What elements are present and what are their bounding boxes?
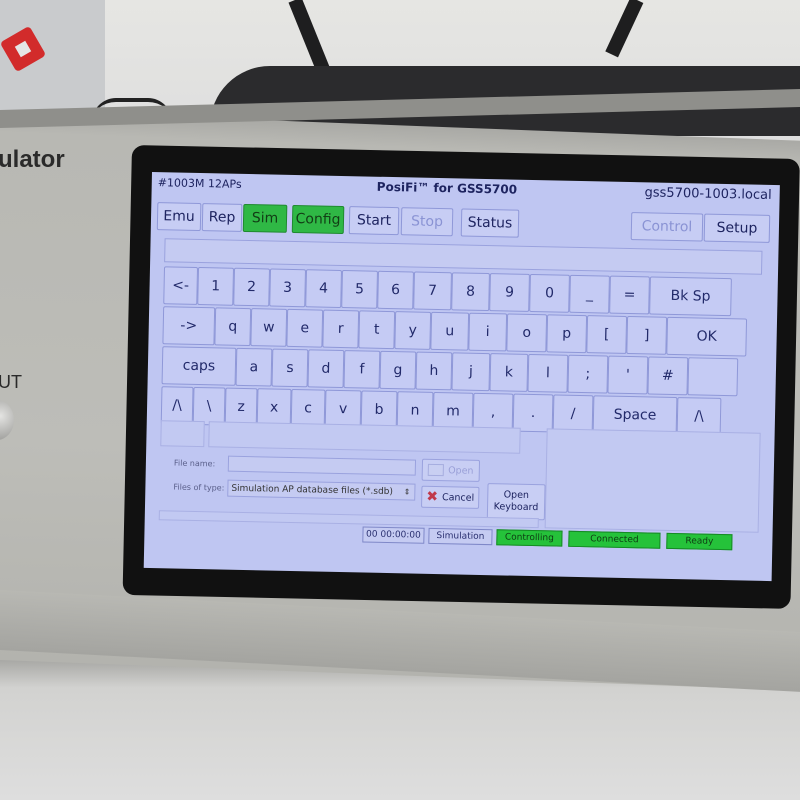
device-brand-label: ulator: [0, 146, 65, 173]
key-u60u45[interactable]: <-: [163, 266, 199, 305]
key-s[interactable]: s: [271, 348, 309, 388]
key-o[interactable]: o: [506, 313, 548, 353]
key-h[interactable]: h: [415, 351, 453, 391]
setup-button[interactable]: Setup: [703, 213, 771, 243]
key-m[interactable]: m: [432, 391, 474, 431]
key-p[interactable]: p: [546, 314, 588, 354]
key-u[interactable]: u: [430, 311, 470, 351]
key-v[interactable]: v: [324, 389, 362, 429]
key-u46[interactable]: .: [512, 393, 554, 433]
key-2[interactable]: 2: [233, 267, 271, 307]
key-caps[interactable]: caps: [161, 346, 237, 386]
key-u45u62[interactable]: ->: [162, 306, 216, 346]
key-u44[interactable]: ,: [472, 392, 514, 432]
key-8[interactable]: 8: [451, 272, 490, 312]
key-4[interactable]: 4: [305, 269, 342, 308]
key-c[interactable]: c: [290, 388, 326, 428]
key-t[interactable]: t: [358, 310, 396, 350]
cancel-x-icon: ✖: [426, 488, 439, 506]
key-n[interactable]: n: [396, 391, 434, 430]
key-3[interactable]: 3: [269, 268, 306, 308]
start-button[interactable]: Start: [348, 206, 400, 236]
file-dialog-sidebar: [160, 420, 205, 448]
key-9[interactable]: 9: [489, 273, 530, 312]
file-list: [208, 421, 521, 454]
key-l[interactable]: l: [527, 353, 569, 393]
file-name-input[interactable]: [227, 455, 417, 476]
key-u47u92[interactable]: /\: [160, 386, 194, 425]
touch-screen: #1003M 12APs PosiFi™ for GSS5700 gss5700…: [143, 172, 780, 582]
mode-indicator: Simulation: [428, 527, 493, 546]
key-i[interactable]: i: [468, 312, 508, 352]
key-g[interactable]: g: [379, 350, 417, 390]
key-q[interactable]: q: [214, 307, 252, 347]
key-Bku32Sp[interactable]: Bk Sp: [649, 276, 732, 317]
key-j[interactable]: j: [451, 352, 491, 392]
open-button[interactable]: Open: [421, 458, 481, 482]
cancel-button[interactable]: ✖ Cancel: [421, 485, 480, 509]
app-title: PosiFi™ for GSS5700: [376, 179, 518, 197]
port-label: UT: [0, 372, 22, 392]
ready-indicator: Ready: [666, 532, 733, 551]
key-w[interactable]: w: [250, 308, 288, 347]
key-6[interactable]: 6: [377, 270, 414, 310]
elapsed-timer: 00 00:00:00: [362, 526, 425, 544]
key-f[interactable]: f: [343, 350, 381, 389]
files-of-type-value: Simulation AP database files (*.sdb): [231, 483, 394, 497]
key-blank[interactable]: [687, 357, 739, 397]
tab-config[interactable]: Config: [291, 204, 345, 235]
key-u93[interactable]: ]: [626, 315, 668, 355]
file-name-label: File name:: [173, 458, 216, 469]
open-button-label: Open: [448, 464, 474, 477]
key-u61[interactable]: =: [609, 275, 650, 315]
file-preview-pane: [544, 428, 761, 533]
key-d[interactable]: d: [307, 349, 345, 389]
key-y[interactable]: y: [394, 311, 432, 350]
key-r[interactable]: r: [322, 309, 360, 349]
key-u47[interactable]: /: [552, 394, 594, 434]
stop-button[interactable]: Stop: [400, 207, 454, 237]
key-OK[interactable]: OK: [666, 316, 748, 357]
tab-rep[interactable]: Rep: [201, 203, 243, 232]
key-u59[interactable]: ;: [567, 354, 609, 394]
folder-icon: [428, 463, 445, 477]
key-u35[interactable]: #: [647, 356, 689, 396]
key-1[interactable]: 1: [197, 266, 235, 306]
key-u39[interactable]: ': [607, 355, 649, 395]
key-5[interactable]: 5: [341, 270, 378, 309]
key-u95[interactable]: _: [569, 274, 610, 314]
key-u91[interactable]: [: [586, 315, 628, 354]
key-u92[interactable]: \: [192, 386, 226, 426]
files-of-type-label: Files of type:: [173, 482, 225, 493]
control-button[interactable]: Control: [630, 212, 704, 242]
controlling-indicator: Controlling: [496, 529, 563, 547]
file-dialog: File name: Open Files of type: Simulatio…: [158, 420, 761, 533]
key-u47u92[interactable]: /\: [676, 397, 722, 436]
connected-indicator: Connected: [568, 530, 661, 549]
key-7[interactable]: 7: [413, 271, 452, 311]
key-0[interactable]: 0: [529, 273, 570, 313]
status-button[interactable]: Status: [460, 208, 520, 238]
select-arrows-icon: ⇕: [403, 487, 411, 497]
key-x[interactable]: x: [256, 388, 292, 427]
key-e[interactable]: e: [286, 308, 324, 348]
file-dialog-scrollbar[interactable]: [158, 510, 539, 529]
key-b[interactable]: b: [360, 390, 398, 430]
tab-emu[interactable]: Emu: [156, 202, 202, 232]
key-a[interactable]: a: [235, 347, 273, 387]
key-z[interactable]: z: [224, 387, 258, 427]
key-k[interactable]: k: [489, 353, 529, 392]
cancel-button-label: Cancel: [441, 491, 475, 504]
files-of-type-select[interactable]: Simulation AP database files (*.sdb) ⇕: [227, 479, 416, 501]
tab-sim[interactable]: Sim: [242, 203, 288, 233]
open-keyboard-button[interactable]: Open Keyboard: [486, 483, 546, 521]
device-id-label: #1003M 12APs: [157, 176, 242, 191]
hostname-label: gss5700-1003.local: [644, 185, 772, 203]
